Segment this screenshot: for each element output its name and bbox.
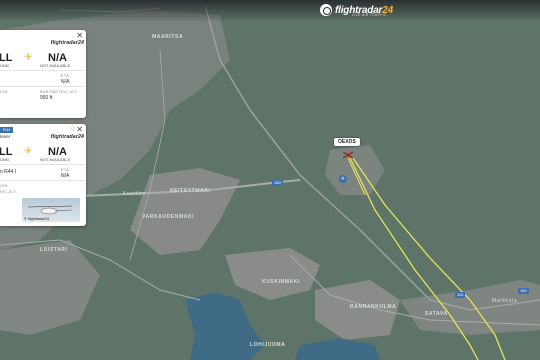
photo-row: ION RIC ALT. bbox=[0, 180, 86, 196]
radar-icon bbox=[320, 4, 332, 16]
aircraft-type-badge: R44 bbox=[0, 127, 14, 133]
position-label: ION bbox=[0, 90, 8, 94]
close-icon[interactable]: ✕ bbox=[76, 32, 83, 40]
top-bar bbox=[0, 0, 540, 22]
eta-value: N/A bbox=[61, 79, 70, 85]
place-label: SATAVA bbox=[425, 311, 448, 317]
place-label: VARKAUDENMAKI bbox=[142, 214, 195, 220]
place-label: LUISTARI bbox=[40, 247, 68, 253]
place-label: RANNANKULMA bbox=[350, 304, 397, 310]
close-icon[interactable]: ✕ bbox=[76, 126, 83, 134]
place-label: NEITSYTMAKI bbox=[170, 188, 211, 194]
road-shield: 180 bbox=[272, 180, 283, 186]
altitude-row: ION BAROMETRIC ALT. 950 ft bbox=[0, 86, 86, 102]
panel-brand: flightradar24 bbox=[50, 134, 84, 140]
destination-status: NOT AVAILABLE bbox=[40, 63, 71, 68]
road-shield: 180 bbox=[518, 288, 529, 294]
origin-city: UNN bbox=[0, 157, 9, 162]
panel-header: ✕ flightradar24 bbox=[0, 30, 86, 52]
panel-header: R44 tener ☆ ✕ flightradar24 bbox=[0, 124, 86, 146]
aircraft-model: n R44 I bbox=[0, 169, 17, 175]
altitude-value: 950 ft bbox=[40, 95, 53, 101]
origin-city: UNN bbox=[0, 63, 9, 68]
road-shield: 110 bbox=[455, 292, 466, 298]
star-icon[interactable]: ☆ bbox=[69, 125, 76, 133]
airplane-icon: ✈ bbox=[24, 52, 33, 63]
eta-row: ETA N/A bbox=[0, 70, 86, 86]
place-label: MAARITSA bbox=[152, 34, 184, 40]
flight-info-panel[interactable]: R44 tener ☆ ✕ flightradar24 LL UNN ✈ N/A… bbox=[0, 124, 86, 226]
flight-callsign-label[interactable]: OEXOS bbox=[334, 138, 360, 146]
helicopter-icon[interactable] bbox=[343, 150, 353, 160]
eta-value: N/A bbox=[61, 173, 70, 179]
place-label: Kuutiloo bbox=[123, 191, 146, 197]
eta-label: ETA bbox=[61, 74, 70, 78]
destination-status: NOT AVAILABLE bbox=[40, 157, 71, 162]
panel-brand: flightradar24 bbox=[50, 40, 84, 46]
altitude-label: BAROMETRIC ALT. bbox=[40, 90, 78, 94]
operator-text: tener bbox=[0, 134, 11, 139]
airplane-icon: ✈ bbox=[24, 146, 33, 157]
flight-info-panel[interactable]: ✕ flightradar24 LL UNN ✈ N/A NOT AVAILAB… bbox=[0, 30, 86, 118]
route-summary: LL UNN ✈ N/A NOT AVAILABLE bbox=[0, 52, 86, 70]
brand-tagline: LIVE AIR TRAFFIC bbox=[352, 13, 387, 17]
place-label: LOHIJUOMA bbox=[250, 342, 286, 348]
photo-credit: © flightradar24 bbox=[24, 217, 49, 221]
place-label: KUSKINMAKI bbox=[262, 279, 300, 285]
position-label: ION bbox=[0, 184, 8, 188]
eta-label: ETA bbox=[61, 168, 70, 172]
airport-pin-icon[interactable]: ✈ bbox=[339, 175, 347, 183]
aircraft-photo[interactable]: © flightradar24 bbox=[22, 198, 80, 222]
aircraft-row: n R44 I ETA N/A bbox=[0, 164, 86, 180]
altitude-label: RIC ALT. bbox=[0, 190, 18, 194]
route-summary: LL UNN ✈ N/A NOT AVAILABLE bbox=[0, 146, 86, 164]
place-label: Markkula bbox=[492, 298, 518, 304]
